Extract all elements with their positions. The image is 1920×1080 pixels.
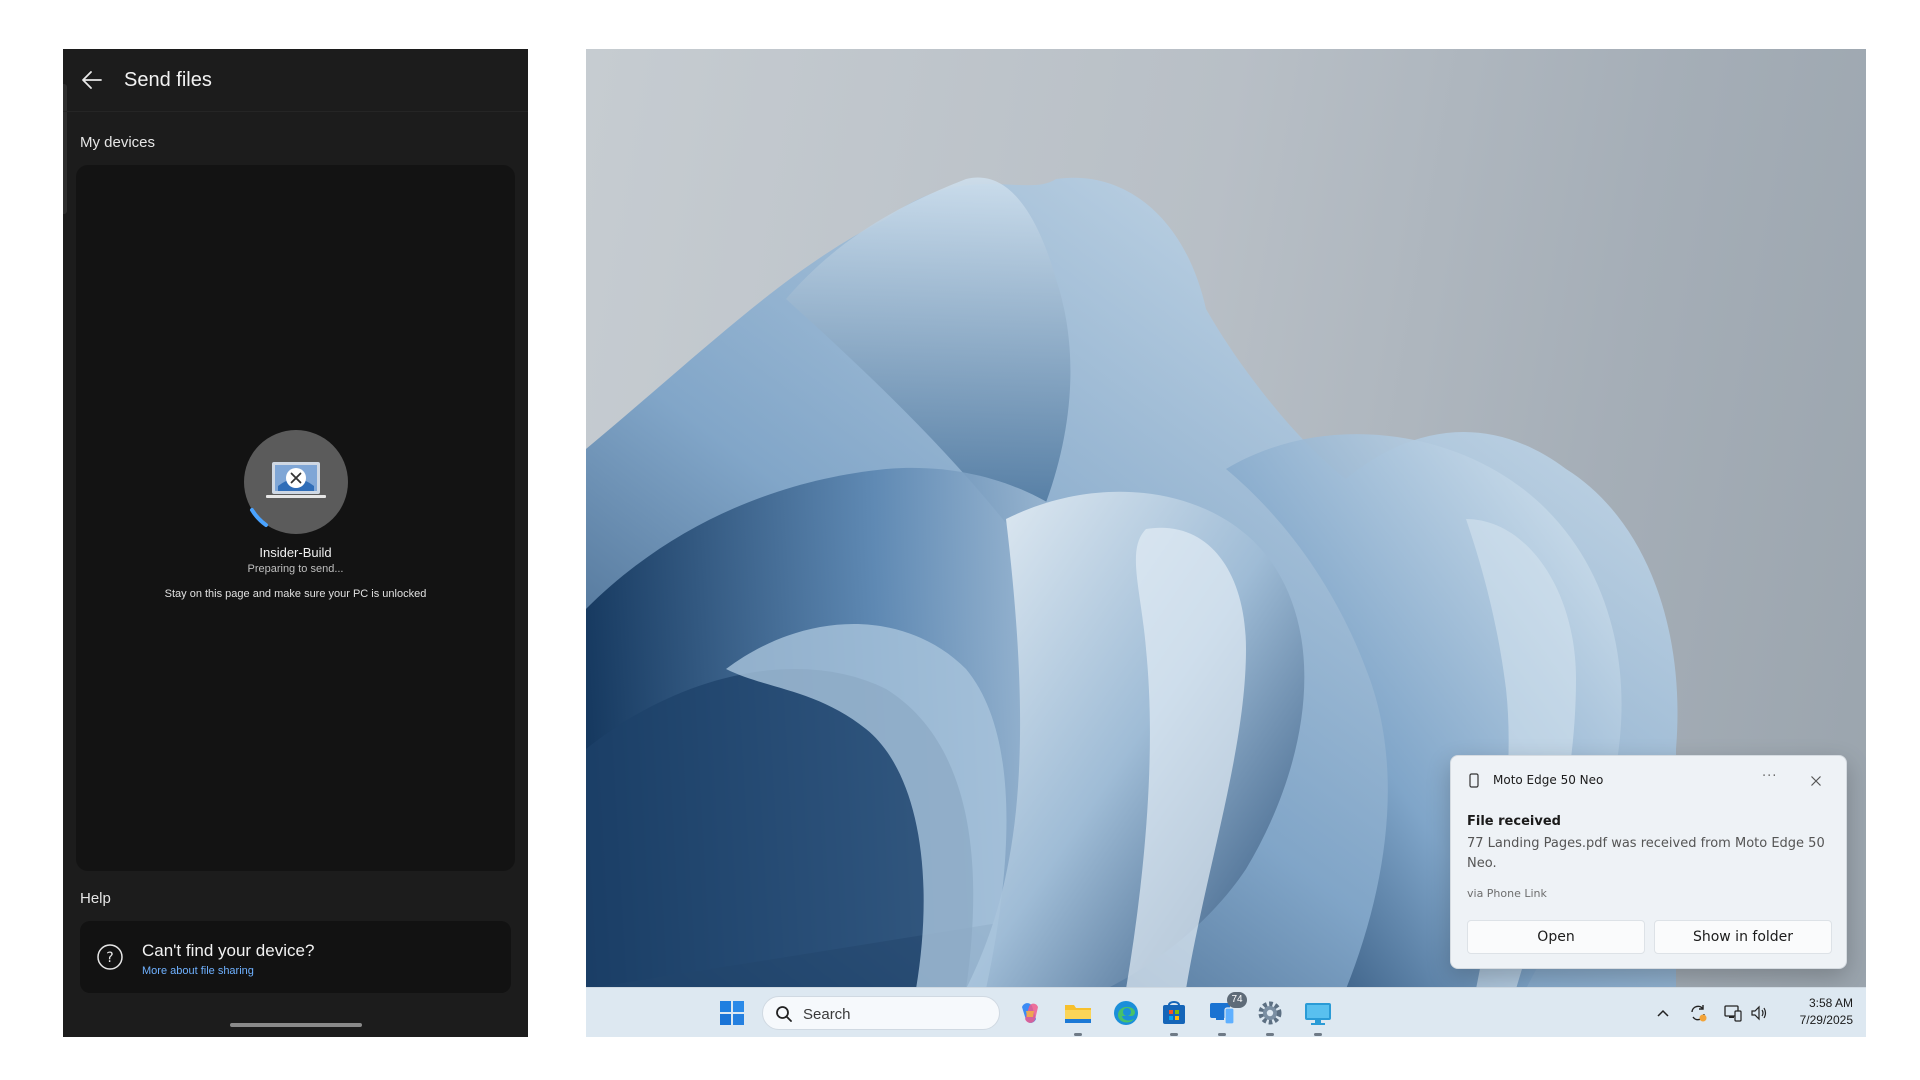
taskbar: Search 74 3:58 AM 7/29/2025 bbox=[586, 987, 1866, 1037]
search-icon bbox=[775, 1005, 793, 1028]
back-arrow-icon[interactable] bbox=[79, 67, 105, 93]
section-label-help: Help bbox=[80, 890, 111, 907]
more-options-icon[interactable]: ··· bbox=[1762, 769, 1777, 784]
notification-toast[interactable]: Moto Edge 50 Neo ··· File received 77 La… bbox=[1450, 755, 1847, 969]
remote-desktop-icon[interactable] bbox=[1302, 997, 1334, 1036]
clock-date: 7/29/2025 bbox=[1799, 1013, 1853, 1027]
notification-source: via Phone Link bbox=[1467, 887, 1547, 900]
edge-icon[interactable] bbox=[1110, 997, 1142, 1029]
home-indicator[interactable] bbox=[230, 1023, 362, 1027]
notification-body: 77 Landing Pages.pdf was received from M… bbox=[1467, 836, 1825, 871]
copilot-icon[interactable] bbox=[1014, 997, 1046, 1029]
desktop: Moto Edge 50 Neo ··· File received 77 La… bbox=[586, 49, 1866, 1037]
chevron-up-icon[interactable] bbox=[1652, 1002, 1674, 1024]
windows-start-icon[interactable] bbox=[716, 997, 748, 1029]
phone-icon bbox=[1469, 773, 1479, 792]
device-name: Insider-Build bbox=[259, 545, 332, 560]
clock-time: 3:58 AM bbox=[1808, 996, 1853, 1010]
device-status: Preparing to send... bbox=[247, 563, 344, 575]
notification-app-name: Moto Edge 50 Neo bbox=[1493, 773, 1604, 787]
running-indicator bbox=[1266, 1033, 1274, 1036]
phone-link-icon[interactable]: 74 bbox=[1206, 992, 1247, 1036]
device-hint: Stay on this page and make sure your PC … bbox=[164, 588, 427, 600]
running-indicator bbox=[1314, 1033, 1322, 1036]
devices-panel: Insider-Build Preparing to send... Stay … bbox=[76, 165, 515, 871]
phone-screen: Send files My devices Insider-Build Prep… bbox=[63, 49, 528, 1037]
running-indicator bbox=[1218, 1033, 1226, 1036]
network-icon[interactable] bbox=[1722, 1002, 1744, 1024]
phone-header: Send files bbox=[63, 49, 528, 112]
search-placeholder: Search bbox=[803, 1006, 851, 1023]
laptop-icon bbox=[265, 460, 326, 509]
system-clock[interactable]: 3:58 AM 7/29/2025 bbox=[1761, 995, 1853, 1029]
file-explorer-icon[interactable] bbox=[1062, 997, 1094, 1036]
question-circle-icon: ? bbox=[96, 943, 124, 976]
search-input[interactable]: Search bbox=[762, 996, 1000, 1030]
device-card[interactable]: Insider-Build Preparing to send... Stay … bbox=[76, 430, 515, 600]
running-indicator bbox=[1170, 1033, 1178, 1036]
file-sharing-link[interactable]: More about file sharing bbox=[142, 965, 254, 977]
close-icon[interactable] bbox=[1810, 772, 1822, 791]
show-in-folder-button[interactable]: Show in folder bbox=[1654, 920, 1832, 954]
running-indicator bbox=[1074, 1033, 1082, 1036]
device-avatar[interactable] bbox=[243, 430, 348, 534]
open-button[interactable]: Open bbox=[1467, 920, 1645, 954]
help-card[interactable]: ? Can't find your device? More about fil… bbox=[80, 921, 511, 993]
notification-badge: 74 bbox=[1227, 992, 1247, 1008]
svg-text:?: ? bbox=[106, 950, 113, 966]
notification-heading: File received bbox=[1467, 814, 1561, 829]
page-title: Send files bbox=[124, 69, 212, 91]
section-label-my-devices: My devices bbox=[80, 134, 156, 151]
help-title: Can't find your device? bbox=[142, 941, 315, 960]
settings-icon[interactable] bbox=[1254, 997, 1286, 1036]
store-icon[interactable] bbox=[1158, 997, 1190, 1036]
sync-icon[interactable] bbox=[1687, 1002, 1709, 1024]
